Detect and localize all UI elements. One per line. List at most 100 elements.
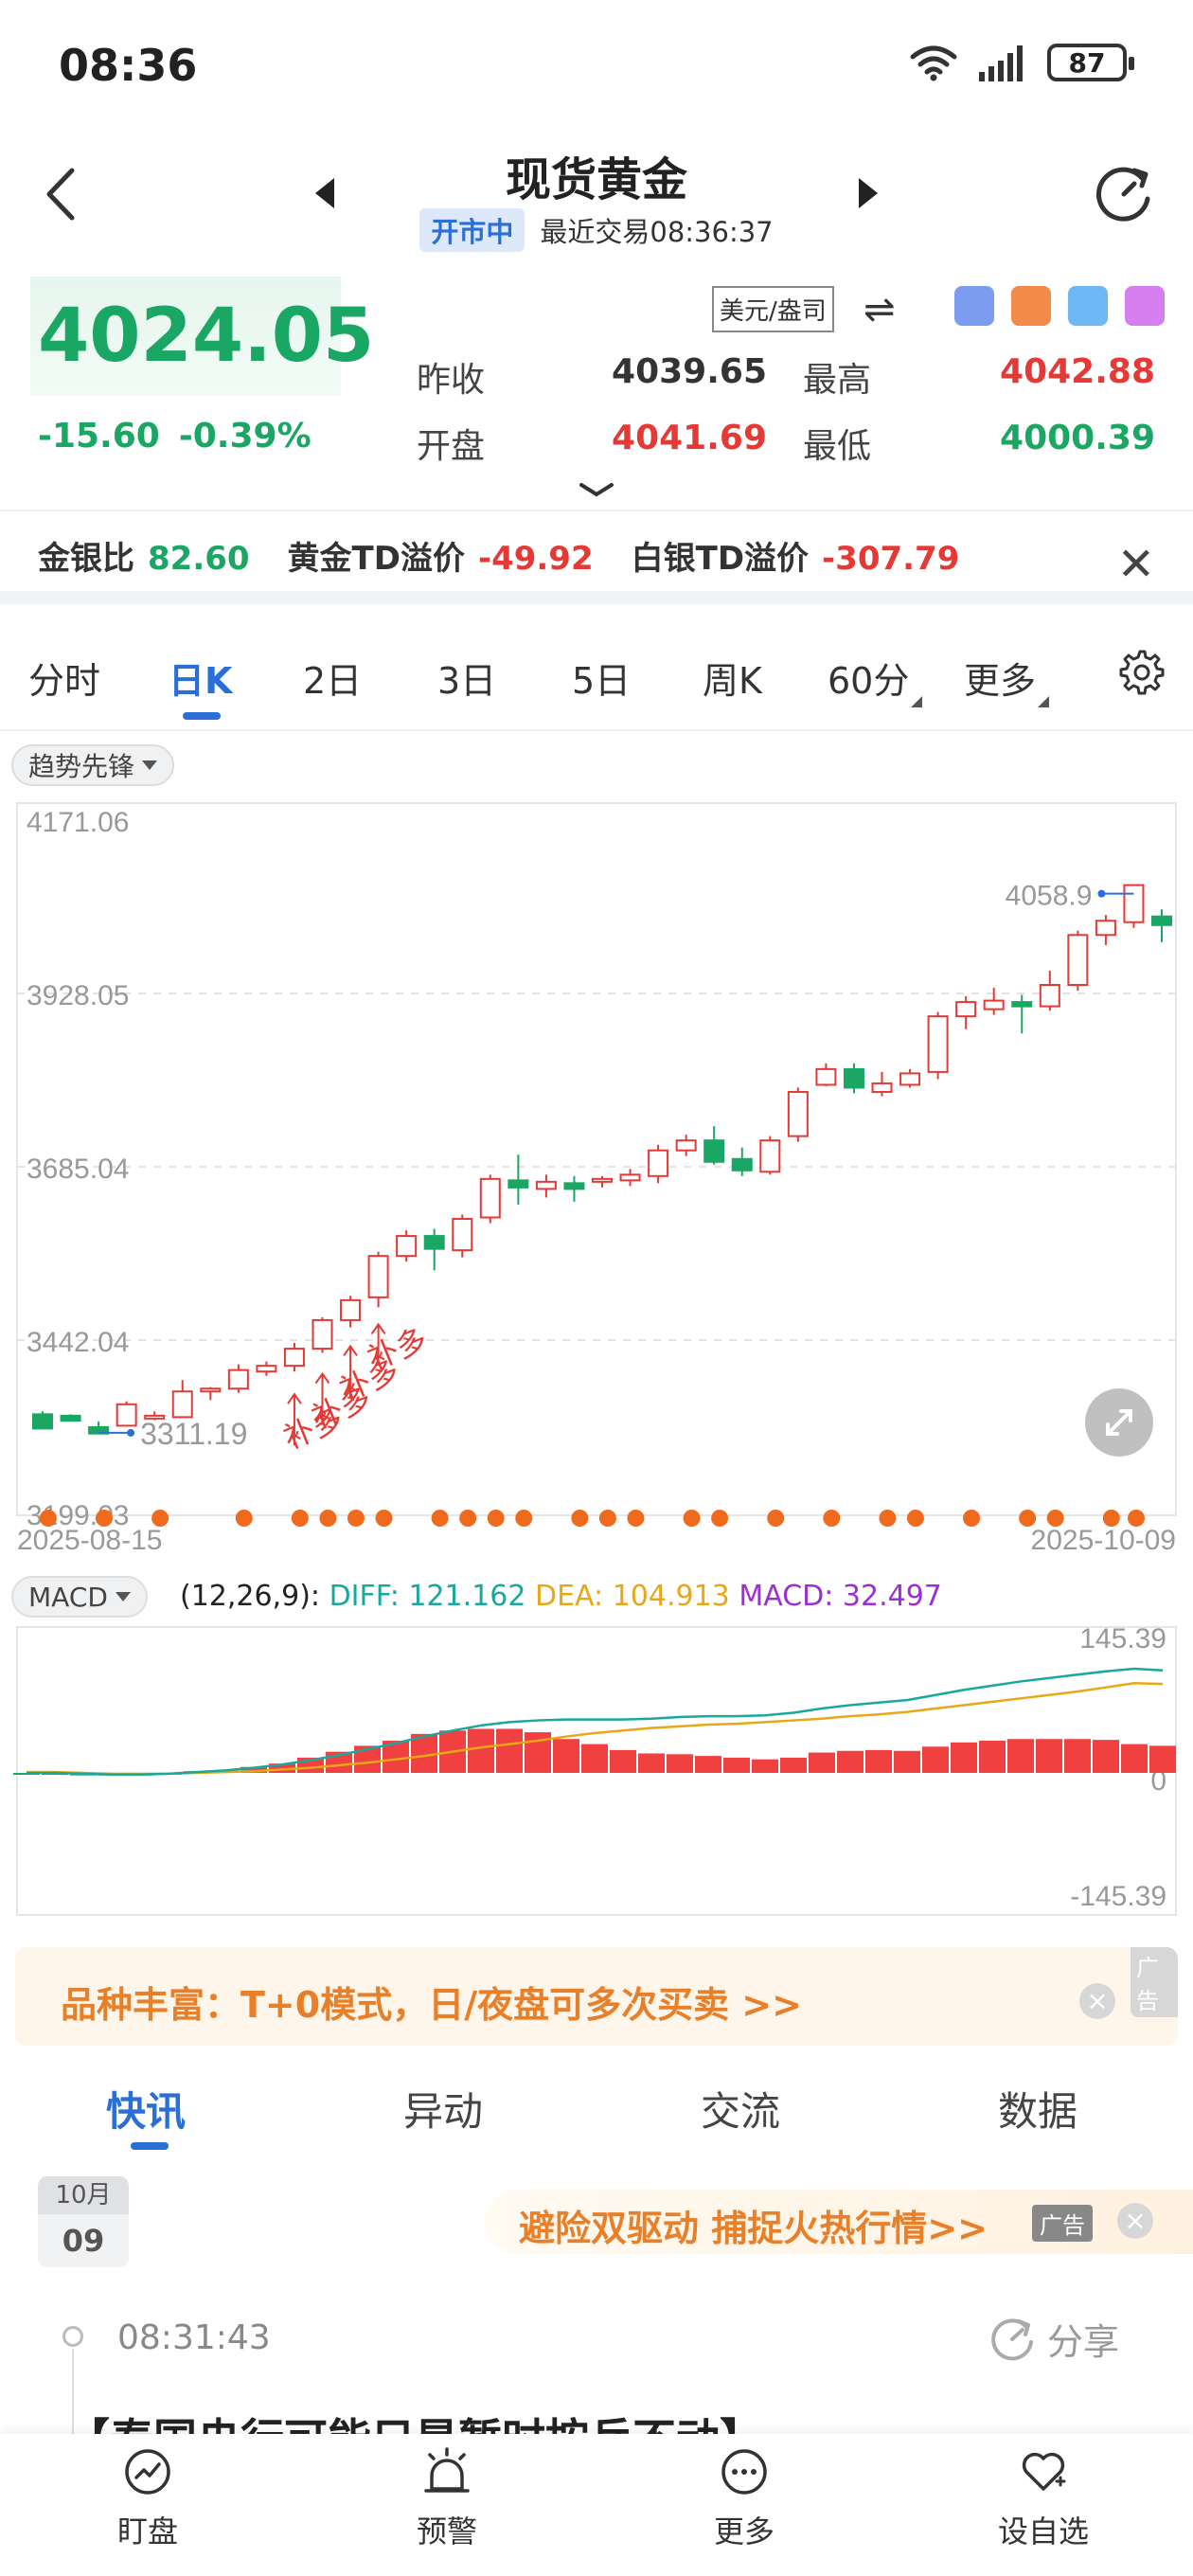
macd-bar	[610, 1749, 636, 1773]
min-leader-dot	[127, 1428, 135, 1437]
macd-chart[interactable]: 145.390-145.39	[0, 1619, 1193, 1923]
macd-params: (12,26,9):	[180, 1580, 321, 1613]
swap-unit-icon[interactable]: ⇌	[864, 288, 896, 331]
macd-bar	[496, 1728, 523, 1773]
candle	[507, 1154, 529, 1205]
trend-marker-dot	[711, 1510, 729, 1527]
trend-marker-dot	[291, 1510, 309, 1527]
tab-intraday[interactable]: 分时	[28, 652, 100, 704]
more-dots-icon	[721, 2449, 767, 2495]
silver-td-label: 白银TD溢价	[631, 539, 810, 578]
candle	[60, 1414, 81, 1422]
macd-bar	[1121, 1744, 1148, 1773]
tab-5day[interactable]: 5日	[572, 652, 631, 704]
macd-bar	[1093, 1740, 1119, 1773]
trend-marker-dot	[571, 1510, 589, 1527]
candle-body	[731, 1157, 753, 1172]
nav-more[interactable]: 更多	[668, 2447, 820, 2551]
candle	[983, 988, 1005, 1015]
low-value: 4000.39	[1000, 419, 1155, 457]
close-icon[interactable]: ✕	[1117, 538, 1155, 591]
date-chip: 10月 09	[38, 2176, 129, 2267]
candle	[955, 996, 977, 1029]
candle-body	[983, 999, 1005, 1011]
candle	[32, 1411, 53, 1430]
gold-td-value: -49.92	[477, 539, 594, 578]
share-label: 分享	[1047, 2321, 1120, 2363]
trend-marker-dot	[319, 1510, 337, 1527]
macd-bar	[553, 1739, 579, 1773]
tab-3day[interactable]: 3日	[437, 652, 496, 704]
macd-bar	[780, 1757, 807, 1773]
candle	[563, 1175, 585, 1202]
ad-banner[interactable]: 品种丰富：T+0模式，日/夜盘可多次买卖 >> × 广告	[15, 1947, 1178, 2046]
y-tick-label: 3442.04	[27, 1327, 129, 1358]
share-button[interactable]: 分享	[988, 2313, 1119, 2365]
promo-text: 避险双驱动 捕捉火热行情>>	[519, 2208, 988, 2249]
indicator-selector[interactable]: 趋势先锋	[11, 744, 175, 786]
macd-bar	[1036, 1739, 1062, 1773]
max-leader-dot	[1097, 889, 1106, 898]
page-title: 现货黄金	[505, 153, 687, 206]
tab-daily-k[interactable]: 日K	[169, 652, 232, 704]
date-month: 10月	[38, 2176, 129, 2214]
tab-60min[interactable]: 60分	[828, 652, 923, 707]
refresh-icon[interactable]	[1091, 161, 1157, 227]
candle-body	[759, 1139, 781, 1173]
macd-label: MACD:	[739, 1580, 834, 1613]
tab-discussion[interactable]: 交流	[701, 2080, 780, 2138]
tab-movements[interactable]: 异动	[403, 2080, 483, 2138]
macd-bar	[581, 1744, 608, 1773]
tab-60min-label: 60分	[828, 660, 910, 702]
tab-weekly-k[interactable]: 周K	[703, 652, 762, 704]
next-instrument-icon[interactable]	[859, 178, 878, 208]
chevron-down-icon	[142, 760, 158, 770]
status-icons: 87	[909, 44, 1134, 81]
tab-2day[interactable]: 2日	[303, 652, 362, 704]
tab-more[interactable]: 更多	[964, 652, 1050, 707]
promo-close-icon[interactable]: ×	[1117, 2203, 1153, 2239]
candle	[927, 1011, 949, 1080]
candle	[479, 1174, 501, 1224]
signal-icon	[979, 45, 1023, 81]
candlestick-chart[interactable]: 4171.063928.053685.043442.043199.03补多补多补…	[0, 796, 1193, 1572]
candle	[423, 1228, 445, 1271]
trend-marker-dot	[347, 1510, 365, 1527]
promo-banner[interactable]: 避险双驱动 捕捉火热行情>> 广告 ×	[485, 2190, 1193, 2254]
nav-watch[interactable]: 盯盘	[72, 2447, 223, 2551]
settings-gear-icon[interactable]	[1115, 648, 1165, 697]
candle	[1067, 930, 1089, 992]
lighthouse-tool-icon[interactable]	[1011, 286, 1051, 326]
trend-marker-dot	[431, 1510, 449, 1527]
trend-marker-dot	[515, 1510, 533, 1527]
ad-close-icon[interactable]: ×	[1079, 1983, 1115, 2019]
pie-tool-icon[interactable]	[1068, 286, 1108, 326]
tab-data[interactable]: 数据	[998, 2080, 1077, 2138]
silver-td-value: -307.79	[822, 539, 960, 578]
candle-body	[507, 1179, 529, 1189]
ratio-strip: 金银比 82.60 黄金TD溢价 -49.92 白银TD溢价 -307.79 ✕	[0, 519, 1193, 604]
candle-body	[619, 1173, 641, 1182]
trend-marker-dot	[963, 1510, 981, 1527]
candle-body	[1039, 984, 1060, 1008]
nav-alert[interactable]: 预警	[371, 2447, 523, 2551]
open-value: 4041.69	[612, 419, 767, 457]
macd-bar	[1007, 1739, 1034, 1773]
currency-unit-button[interactable]: 美元/盎司	[712, 286, 834, 332]
nav-add-watchlist[interactable]: 设自选	[968, 2447, 1119, 2551]
candle	[815, 1063, 837, 1086]
candle-body	[815, 1067, 837, 1086]
badge-tool-icon[interactable]	[1125, 286, 1165, 326]
x-end-label: 2025-10-09	[1031, 1525, 1176, 1556]
candle	[843, 1063, 864, 1094]
candle-body	[675, 1139, 697, 1152]
last-trade-time: 最近交易08:36:37	[540, 216, 774, 248]
percent-tool-icon[interactable]	[954, 286, 994, 326]
macd-selector[interactable]: MACD	[11, 1576, 148, 1618]
prev-close-value: 4039.65	[612, 352, 767, 391]
expand-chevron-icon[interactable]	[579, 483, 614, 498]
x-start-label: 2025-08-15	[17, 1525, 162, 1556]
tab-flash-news[interactable]: 快讯	[106, 2080, 186, 2138]
fullscreen-button[interactable]	[1085, 1388, 1153, 1457]
high-label: 最高	[803, 361, 872, 400]
